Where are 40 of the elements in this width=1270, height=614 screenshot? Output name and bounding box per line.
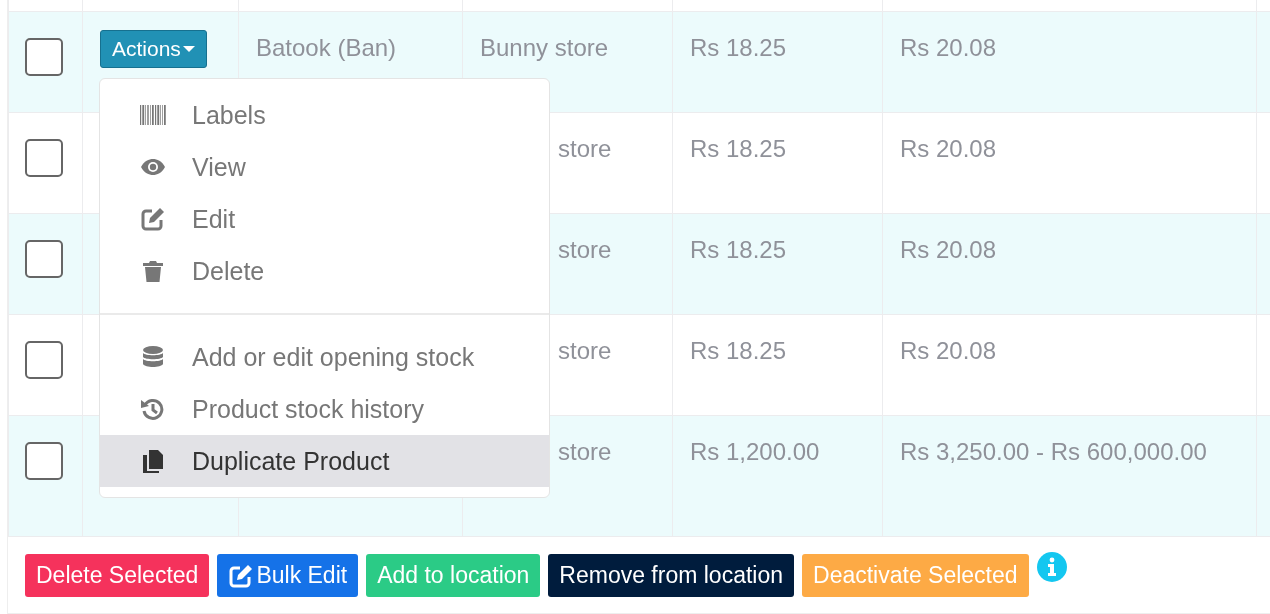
database-icon [140, 345, 166, 369]
caret-icon [182, 45, 195, 53]
bulk-action-button[interactable]: Bulk Edit [217, 554, 359, 597]
row-checkbox[interactable] [25, 442, 63, 480]
history-icon [140, 397, 166, 421]
edit-icon [140, 207, 166, 231]
price-value: Rs 18.25 [690, 337, 787, 364]
location-name: Bunny store [480, 34, 609, 61]
menu-item[interactable]: Product stock history [100, 383, 549, 435]
location-name: store [558, 337, 612, 364]
location-name: store [558, 438, 612, 465]
selling-price-value: Rs 20.08 [900, 135, 997, 162]
location-name: store [558, 236, 612, 263]
selling-price-value: Rs 20.08 [900, 236, 997, 263]
location-name: store [558, 135, 612, 162]
menu-item[interactable]: Add or edit opening stock [100, 331, 549, 383]
copy-icon [140, 449, 166, 473]
price-value: Rs 1,200.00 [690, 438, 820, 465]
price-value: Rs 18.25 [690, 135, 787, 162]
selling-price-value: Rs 20.08 [900, 34, 997, 61]
selling-price-value: Rs 3,250.00 - Rs 600,000.00 [900, 438, 1207, 465]
price-value: Rs 18.25 [690, 236, 787, 263]
row-checkbox[interactable] [25, 38, 63, 76]
actions-dropdown-button[interactable]: Actions [100, 30, 207, 68]
selling-price-value: Rs 20.08 [900, 337, 997, 364]
barcode-icon [140, 103, 166, 127]
edit-icon [228, 563, 255, 588]
row-checkbox[interactable] [25, 341, 63, 379]
menu-item[interactable]: Duplicate Product [100, 435, 549, 487]
product-name: Batook (Ban) [256, 34, 397, 61]
menu-item[interactable]: Edit [100, 193, 549, 245]
row-checkbox[interactable] [25, 240, 63, 278]
price-value: Rs 18.25 [690, 34, 787, 61]
menu-item[interactable]: View [100, 141, 549, 193]
row-checkbox[interactable] [25, 139, 63, 177]
menu-item[interactable]: Labels [100, 89, 549, 141]
trash-icon [140, 259, 166, 283]
bulk-action-button[interactable]: Delete Selected [25, 554, 210, 597]
menu-item[interactable]: Delete [100, 245, 549, 297]
bulk-action-button[interactable]: Remove from location [548, 554, 795, 597]
